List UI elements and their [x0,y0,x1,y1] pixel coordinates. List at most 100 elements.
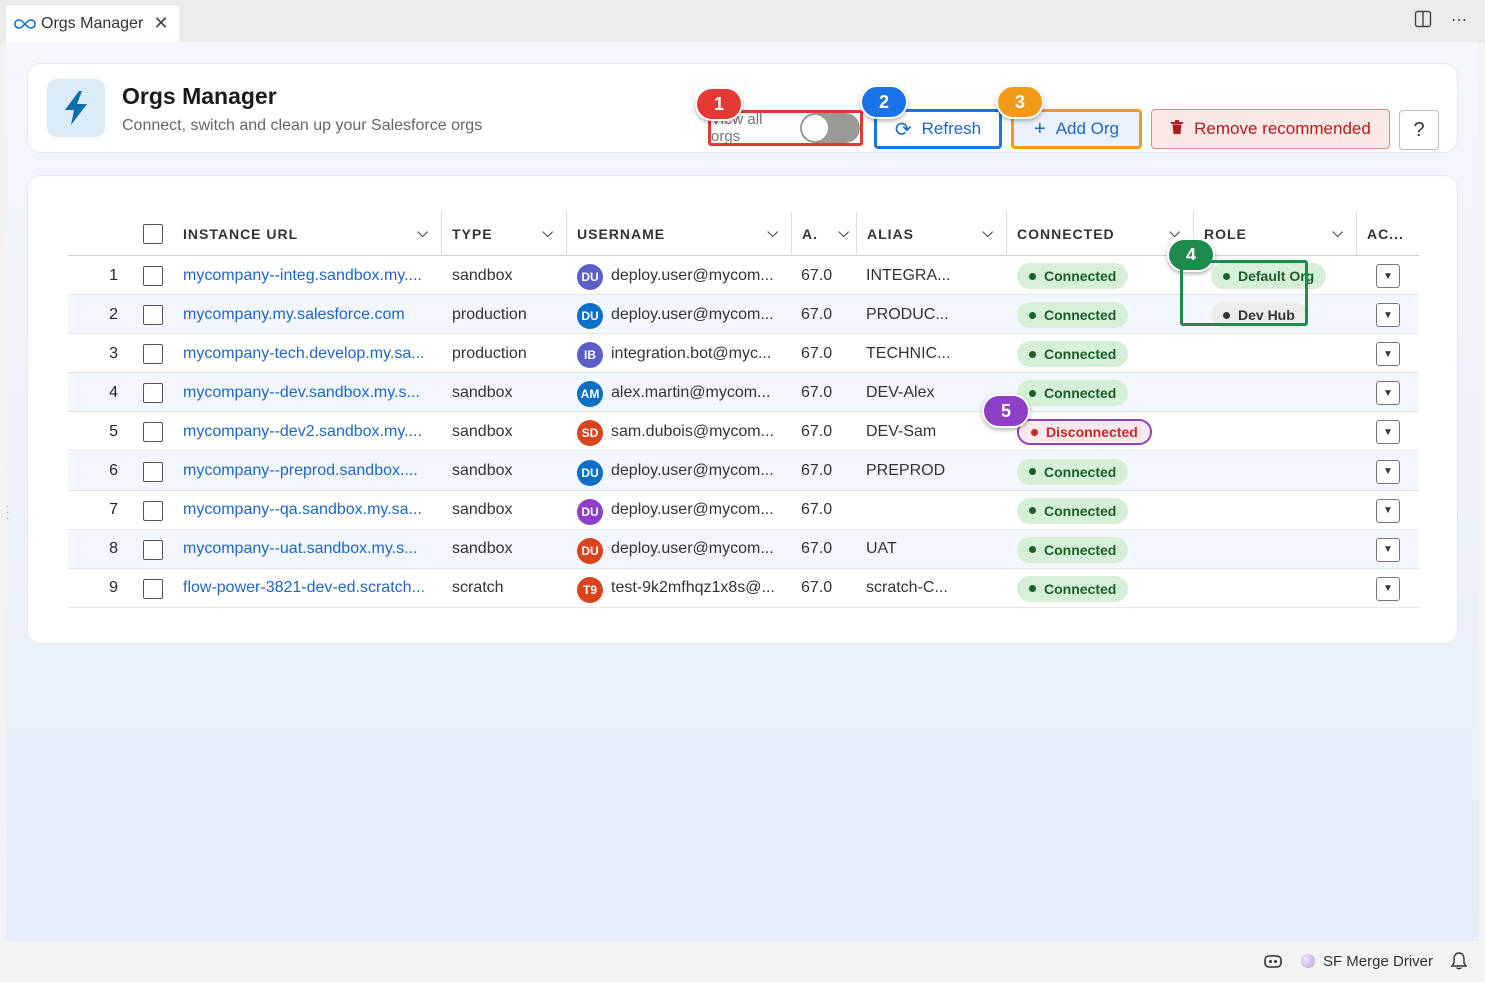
status-dot-icon [1029,272,1036,280]
row-actions-dropdown[interactable]: ▼ [1376,342,1400,367]
close-icon[interactable]: ✕ [151,13,171,34]
instance-url-link[interactable]: mycompany-tech.develop.my.sa... [183,334,433,373]
org-type: sandbox [452,540,513,558]
caret-down-icon: ▼ [1383,583,1393,595]
api-version: 67.0 [801,422,833,440]
remove-recommended-button[interactable]: Remove recommended [1151,109,1390,149]
alias: INTEGRA... [866,266,951,284]
table-row[interactable]: 7 mycompany--qa.sandbox.my.sa... sandbox DU… [68,491,1419,530]
alias [866,491,956,530]
status-badge: Connected [1017,497,1129,524]
row-actions-dropdown[interactable]: ▼ [1376,381,1400,406]
table-row[interactable]: 1 mycompany--integ.sandbox.my.... sandbox D… [68,256,1419,295]
row-checkbox[interactable] [143,344,163,365]
orgs-table-card: INSTANCE URL ⌵ TYPE ⌵ USERNAME ⌵ A. ⌵ ALIAS ⌵… [27,175,1458,644]
table-header: INSTANCE URL ⌵ TYPE ⌵ USERNAME ⌵ A. ⌵ ALIAS ⌵… [68,212,1419,256]
col-api-version[interactable]: A. ⌵ [791,212,856,256]
toggle-switch[interactable] [799,113,860,143]
col-role[interactable]: ROLE ⌵ [1193,212,1356,256]
avatar: DU [577,264,603,290]
username: test-9k2mfhqz1x8s@... [611,579,775,597]
instance-url-link[interactable]: mycompany.my.salesforce.com [183,295,433,334]
avatar: T9 [577,576,603,603]
instance-url-link[interactable]: mycompany--qa.sandbox.my.sa... [183,491,433,530]
alias: scratch-C... [866,579,948,597]
row-checkbox[interactable] [143,539,163,560]
row-number: 9 [109,579,118,597]
infinity-icon [14,18,36,29]
col-instance-url[interactable]: INSTANCE URL ⌵ [183,212,441,256]
table-row[interactable]: 4 mycompany--dev.sandbox.my.s... sandbox AM… [68,373,1419,413]
row-actions-dropdown[interactable]: ▼ [1376,264,1400,288]
row-actions-dropdown[interactable]: ▼ [1376,537,1400,562]
tab-title: Orgs Manager [41,14,144,32]
chevron-down-icon: ⌵ [417,224,429,240]
table-row[interactable]: 3 mycompany-tech.develop.my.sa... producti… [68,334,1419,374]
select-all-checkbox[interactable] [143,212,163,256]
avatar: DU [577,537,603,564]
editor-area: · · · Orgs Manager Connect, switch and cle… [6,42,1479,941]
row-actions-dropdown[interactable]: ▼ [1376,459,1400,484]
sash-handle-icon[interactable]: · · · [6,502,10,524]
row-checkbox[interactable] [143,422,163,443]
caret-down-icon: ▼ [1383,309,1393,321]
col-alias[interactable]: ALIAS ⌵ [856,212,1006,256]
row-number: 3 [109,344,118,362]
instance-url-link[interactable]: mycompany--dev.sandbox.my.s... [183,373,433,412]
status-dot-icon [1029,350,1036,358]
sf-merge-driver-status[interactable]: SF Merge Driver [1300,953,1433,970]
status-badge: Connected [1017,458,1129,485]
row-actions-dropdown[interactable]: ▼ [1376,498,1400,523]
step-badge-1: 1 [695,87,743,121]
table-row[interactable]: 8 mycompany--uat.sandbox.my.s... sandbox DU… [68,529,1419,569]
more-actions-icon[interactable]: ⋯ [1449,10,1469,30]
header-card: Orgs Manager Connect, switch and clean u… [27,63,1458,153]
instance-url-link[interactable]: mycompany--uat.sandbox.my.s... [183,530,433,569]
row-actions-dropdown[interactable]: ▼ [1376,303,1400,328]
alias: DEV-Alex [866,383,935,401]
api-version: 67.0 [801,305,833,323]
col-actions[interactable]: AC... [1356,212,1419,256]
status-badge: Connected [1017,380,1129,407]
row-actions-dropdown[interactable]: ▼ [1376,420,1400,445]
page-title: Orgs Manager [122,83,277,109]
col-username[interactable]: USERNAME ⌵ [566,212,791,256]
refresh-icon: ⟳ [894,118,912,141]
table-row[interactable]: 9 flow-power-3821-dev-ed.scratch... scratc… [68,569,1419,608]
username: sam.dubois@mycom... [611,422,774,440]
col-connected[interactable]: CONNECTED ⌵ [1006,212,1193,256]
caret-down-icon: ▼ [1383,505,1393,517]
bell-icon[interactable] [1451,952,1467,970]
help-button[interactable]: ? [1399,110,1439,150]
chevron-down-icon: ⌵ [1332,224,1344,240]
tab-orgs-manager[interactable]: Orgs Manager ✕ [6,4,179,42]
col-type[interactable]: TYPE ⌵ [441,212,566,256]
instance-url-link[interactable]: mycompany--integ.sandbox.my.... [183,256,433,295]
table-row[interactable]: 2 mycompany.my.salesforce.com production DU… [68,295,1419,335]
row-checkbox[interactable] [143,266,163,286]
alias: PRODUC... [866,305,949,323]
row-checkbox[interactable] [143,461,163,482]
row-checkbox[interactable] [143,305,163,326]
row-actions-dropdown[interactable]: ▼ [1376,576,1400,601]
status-text: Connected [1044,502,1117,519]
row-checkbox[interactable] [143,383,163,404]
split-editor-icon[interactable] [1413,10,1433,30]
copilot-icon[interactable] [1263,953,1283,969]
step-badge-4: 4 [1167,238,1215,272]
instance-url-link[interactable]: flow-power-3821-dev-ed.scratch... [183,569,433,608]
status-dot-icon [1029,585,1036,593]
table-row[interactable]: 6 mycompany--preprod.sandbox.... sandbox DU… [68,451,1419,491]
row-checkbox[interactable] [143,578,163,599]
row-checkbox[interactable] [143,500,163,521]
status-badge: Connected [1017,536,1129,563]
caret-down-icon: ▼ [1383,348,1393,360]
status-dot-icon [1029,468,1036,475]
instance-url-link[interactable]: mycompany--preprod.sandbox.... [183,452,433,491]
status-text: Connected [1044,307,1117,324]
instance-url-link[interactable]: mycompany--dev2.sandbox.my.... [183,412,433,451]
alias: PREPROD [866,462,946,479]
table-row[interactable]: 5 mycompany--dev2.sandbox.my.... sandbox SD… [68,412,1419,452]
help-label: ? [1413,118,1425,141]
editor-actions: ⋯ [1413,10,1469,30]
